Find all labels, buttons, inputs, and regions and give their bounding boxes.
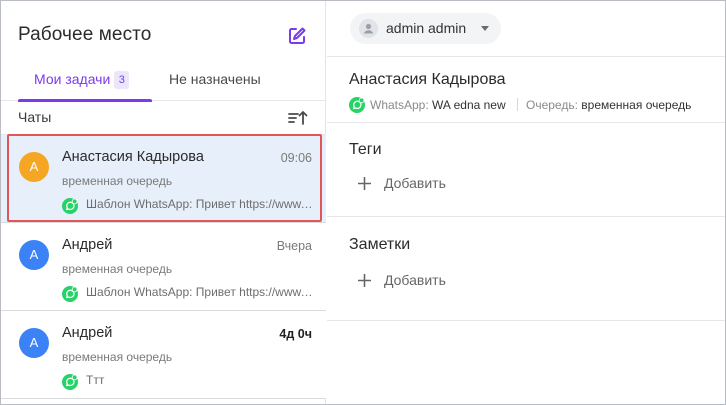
- workspace-panel: Рабочее место Мои задачи 3 Не назначены Ч…: [1, 1, 326, 404]
- queue-value: временная очередь: [581, 98, 692, 112]
- chat-message-preview: Шаблон WhatsApp: Привет https://www.exam…: [86, 197, 314, 211]
- whatsapp-icon: [62, 286, 78, 302]
- whatsapp-icon: [62, 198, 78, 214]
- add-note-label: Добавить: [384, 272, 446, 288]
- tags-section: Теги Добавить: [327, 123, 725, 217]
- chat-time: 09:06: [280, 151, 312, 165]
- notes-section: Заметки Добавить: [327, 217, 725, 321]
- sort-icon[interactable]: [288, 110, 308, 126]
- avatar: А: [19, 240, 49, 270]
- chat-queue: временная очередь: [62, 174, 173, 188]
- chats-header: Чаты: [1, 101, 326, 135]
- plus-icon: [358, 274, 371, 287]
- chats-label: Чаты: [18, 109, 52, 125]
- new-chat-edit-icon[interactable]: [286, 25, 308, 47]
- channel-label: WhatsApp:: [370, 98, 429, 112]
- tab-my-tasks[interactable]: Мои задачи 3: [18, 71, 152, 102]
- contact-info: Анастасия Кадырова WhatsApp: WA edna new…: [327, 57, 725, 123]
- plus-icon: [358, 177, 371, 190]
- user-name: admin admin: [386, 20, 467, 36]
- chat-list-item[interactable]: А Андрей 4д 0ч временная очередь Ттт: [1, 311, 326, 399]
- queue-label: Очередь:: [526, 98, 578, 112]
- chat-contact-name: Анастасия Кадырова: [62, 149, 204, 165]
- top-bar: admin admin: [327, 1, 725, 57]
- whatsapp-icon: [62, 374, 78, 390]
- contact-meta: WhatsApp: WA edna new Очередь: временная…: [349, 97, 691, 113]
- user-menu-button[interactable]: admin admin: [350, 13, 501, 44]
- meta-divider: [517, 98, 518, 111]
- chat-time: Вчера: [276, 239, 312, 253]
- chat-queue: временная очередь: [62, 262, 173, 276]
- add-tag-label: Добавить: [384, 175, 446, 191]
- notes-title: Заметки: [349, 236, 411, 253]
- chat-list-item[interactable]: А Андрей Вчера временная очередь Шаблон …: [1, 223, 326, 311]
- avatar: А: [19, 152, 49, 182]
- chat-message-preview: Ттт: [86, 373, 105, 387]
- task-tabs: Мои задачи 3 Не назначены: [1, 59, 326, 102]
- chat-contact-name: Андрей: [62, 325, 113, 341]
- chat-time: 4д 0ч: [279, 327, 312, 341]
- tab-unassigned[interactable]: Не назначены: [169, 71, 261, 87]
- chat-list-item[interactable]: А Анастасия Кадырова 09:06 временная оче…: [1, 135, 326, 223]
- chat-contact-name: Андрей: [62, 237, 113, 253]
- app-window: Рабочее место Мои задачи 3 Не назначены Ч…: [0, 0, 726, 405]
- avatar: А: [19, 328, 49, 358]
- chat-details-panel: admin admin Анастасия Кадырова WhatsApp:…: [327, 1, 725, 404]
- workspace-title: Рабочее место: [18, 24, 152, 45]
- tab-my-tasks-count-badge: 3: [114, 71, 130, 89]
- chevron-down-icon: [481, 26, 489, 31]
- tab-my-tasks-label: Мои задачи: [34, 71, 111, 87]
- chat-queue: временная очередь: [62, 350, 173, 364]
- chat-message-preview: Шаблон WhatsApp: Привет https://www.exam…: [86, 285, 314, 299]
- channel-value: WA edna new: [432, 98, 506, 112]
- user-avatar-icon: [359, 19, 378, 38]
- whatsapp-icon: [349, 97, 365, 113]
- tags-title: Теги: [349, 141, 382, 158]
- contact-name: Анастасия Кадырова: [349, 71, 506, 88]
